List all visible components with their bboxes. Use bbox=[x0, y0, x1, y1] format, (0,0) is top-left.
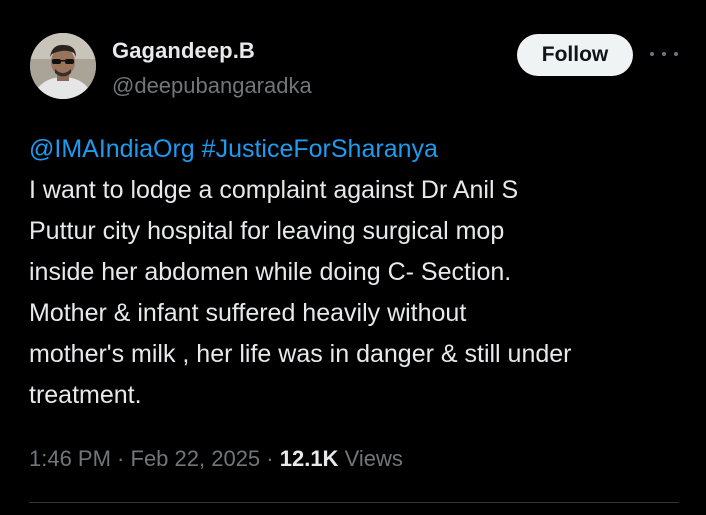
tweet-body-line: treatment. bbox=[29, 381, 142, 409]
tweet-body-line: inside her abdomen while doing C- Sectio… bbox=[29, 258, 512, 286]
tweet-date[interactable]: Feb 22, 2025 bbox=[131, 446, 261, 471]
meta-separator: · bbox=[110, 446, 131, 471]
tweet-text: @IMAIndiaOrg #JusticeForSharanya I want … bbox=[29, 129, 689, 416]
follow-button[interactable]: Follow bbox=[517, 34, 633, 76]
views-count: 12.1K bbox=[279, 446, 339, 471]
meta-separator: · bbox=[260, 446, 280, 471]
author-display-name[interactable]: Gagandeep.B bbox=[112, 38, 255, 64]
tweet-body-line: Puttur city hospital for leaving surgica… bbox=[29, 217, 505, 245]
more-horizontal-icon[interactable] bbox=[650, 44, 678, 64]
more-dot bbox=[674, 52, 678, 56]
tweet-body-line: Mother & infant suffered heavily without bbox=[29, 299, 467, 327]
more-dot bbox=[650, 52, 654, 56]
avatar[interactable] bbox=[30, 33, 96, 99]
tweet-meta: 1:46 PM · Feb 22, 2025 · 12.1K Views bbox=[29, 446, 403, 472]
hashtag-link[interactable]: #JusticeForSharanya bbox=[202, 135, 438, 163]
tweet-tags-line: @IMAIndiaOrg #JusticeForSharanya bbox=[29, 129, 689, 170]
tweet-time[interactable]: 1:46 PM bbox=[29, 446, 111, 471]
author-handle[interactable]: @deepubangaradka bbox=[112, 73, 312, 99]
tweet-body-line: I want to lodge a complaint against Dr A… bbox=[29, 176, 519, 204]
mention-link[interactable]: @IMAIndiaOrg bbox=[29, 135, 195, 163]
more-dot bbox=[662, 52, 666, 56]
avatar-photo bbox=[30, 33, 96, 99]
views-label: Views bbox=[344, 446, 403, 471]
divider bbox=[29, 502, 679, 503]
tweet-body-line: mother's milk , her life was in danger &… bbox=[29, 340, 572, 368]
